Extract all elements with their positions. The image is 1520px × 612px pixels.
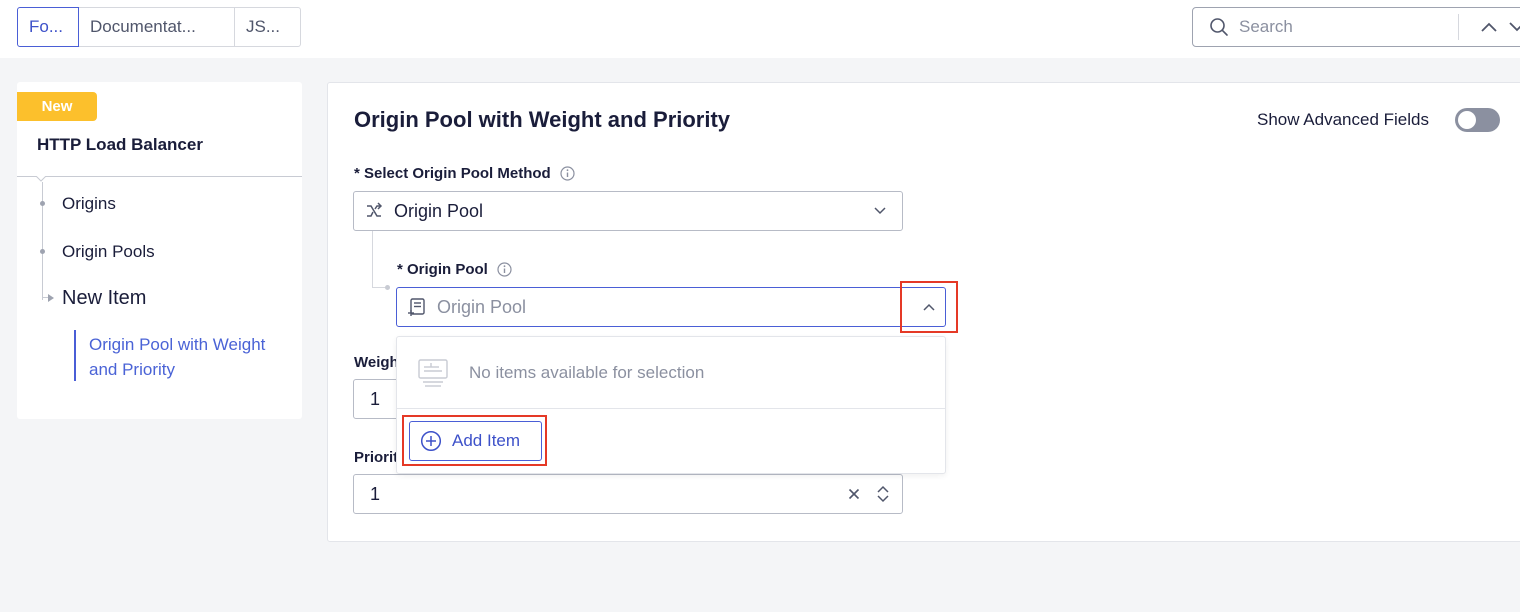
sidebar-subitem-origin-pool-weight-priority[interactable]: Origin Pool with Weight and Priority <box>89 332 279 382</box>
page-title: Origin Pool with Weight and Priority <box>354 107 731 132</box>
priority-label: Priorit <box>354 449 399 466</box>
sidebar-title: HTTP Load Balancer <box>37 135 203 154</box>
sidebar-item-origin-pools[interactable]: Origin Pools <box>62 242 155 262</box>
priority-value[interactable]: 1 <box>354 484 840 505</box>
method-value: Origin Pool <box>394 200 484 221</box>
nav-dot <box>40 249 45 254</box>
divider-notch <box>36 176 46 182</box>
sidebar: New HTTP Load Balancer Origins Origin Po… <box>17 82 302 419</box>
sidebar-item-new-item[interactable]: New Item <box>62 287 146 310</box>
priority-input[interactable]: 1 <box>353 474 903 514</box>
plus-circle-icon <box>420 430 442 452</box>
number-stepper[interactable] <box>868 485 898 503</box>
tree-connector <box>372 287 386 288</box>
chevron-down-icon[interactable] <box>1503 21 1520 33</box>
search-input[interactable]: Search <box>1239 17 1458 37</box>
list-add-icon <box>397 297 437 317</box>
search-box[interactable]: Search <box>1192 7 1520 47</box>
origin-pool-method-select[interactable]: Origin Pool <box>353 191 903 231</box>
route-icon <box>354 202 394 220</box>
advanced-fields-label: Show Advanced Fields <box>1257 110 1429 129</box>
origin-pool-dropdown: No items available for selection Add Ite… <box>396 336 946 474</box>
chevron-up-icon[interactable] <box>1475 21 1503 33</box>
toggle-knob <box>1458 111 1476 129</box>
sidebar-item-origins[interactable]: Origins <box>62 194 116 214</box>
view-tabs: Fo... Documentat... JS... <box>17 7 301 47</box>
method-label: * Select Origin Pool Method <box>354 165 575 182</box>
origin-pool-label-text: * Origin Pool <box>397 261 488 278</box>
origin-pool-select[interactable]: Origin Pool <box>396 281 958 333</box>
search-icon <box>1199 17 1239 37</box>
empty-state: No items available for selection <box>397 337 945 408</box>
clear-icon[interactable] <box>840 488 868 500</box>
empty-message: No items available for selection <box>469 362 705 382</box>
empty-list-icon <box>397 357 469 389</box>
chevron-down-icon[interactable] <box>858 207 902 215</box>
origin-pool-label: * Origin Pool <box>397 261 512 278</box>
nav-arrow-icon <box>48 294 54 302</box>
search-separator <box>1458 14 1459 40</box>
method-label-text: * Select Origin Pool Method <box>354 165 551 182</box>
tab-form[interactable]: Fo... <box>17 7 79 47</box>
tree-dot <box>385 285 390 290</box>
tab-documentation[interactable]: Documentat... <box>78 7 235 47</box>
add-item-label: Add Item <box>452 431 521 450</box>
weight-label: Weigh <box>354 354 399 371</box>
tab-json[interactable]: JS... <box>234 7 301 47</box>
tree-connector <box>372 231 373 287</box>
active-indicator <box>74 330 76 381</box>
nav-tree-line <box>42 182 43 300</box>
sidebar-divider <box>17 176 302 177</box>
origin-pool-input[interactable]: Origin Pool <box>437 297 900 318</box>
add-item-button[interactable]: Add Item <box>409 421 542 461</box>
decrement-icon[interactable] <box>877 495 889 503</box>
advanced-fields-toggle[interactable] <box>1455 108 1500 132</box>
dropdown-divider <box>397 408 945 409</box>
info-icon[interactable] <box>560 166 575 181</box>
chevron-up-icon[interactable] <box>900 281 958 333</box>
info-icon[interactable] <box>497 262 512 277</box>
top-bar: Fo... Documentat... JS... Search <box>0 0 1520 58</box>
increment-icon[interactable] <box>877 485 889 493</box>
nav-dot <box>40 201 45 206</box>
new-badge: New <box>17 92 97 121</box>
